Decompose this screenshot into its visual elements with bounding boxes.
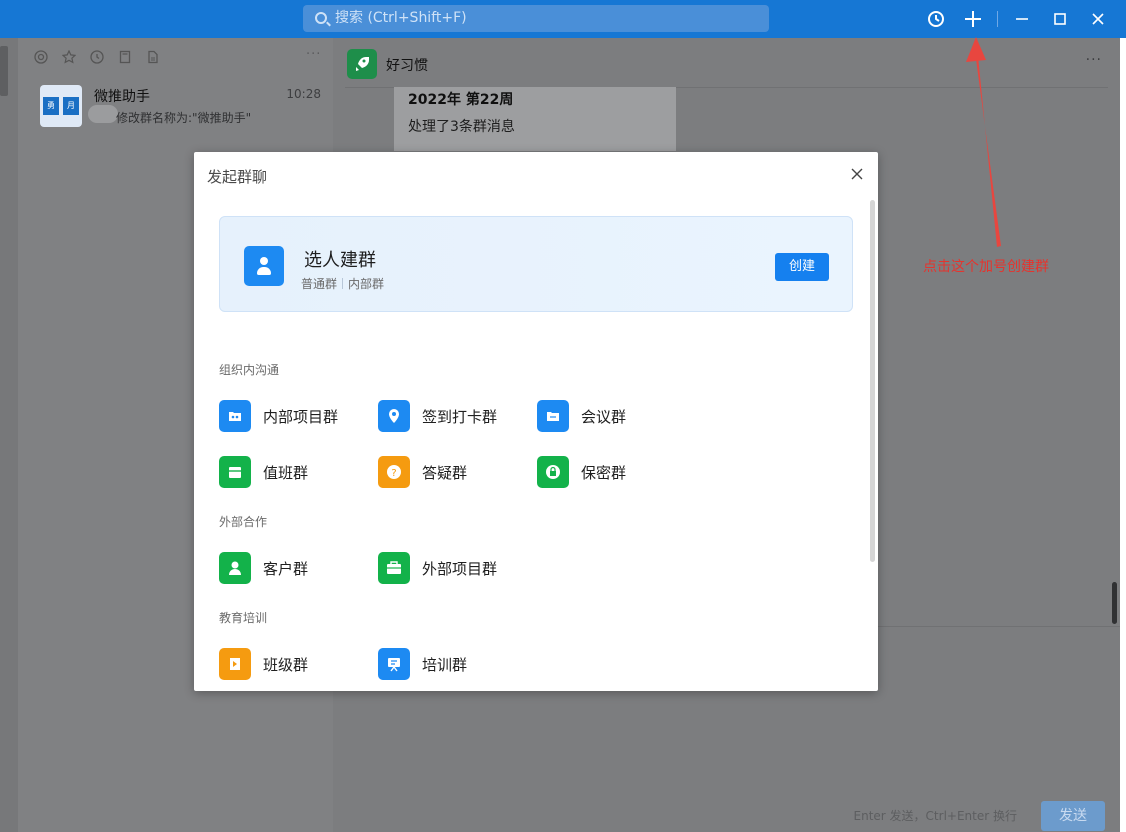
folder-people-icon: [219, 400, 251, 432]
group-type-label: 值班群: [263, 464, 309, 482]
arrow-to-plus: [970, 44, 1001, 247]
group-type-label: 答疑群: [422, 464, 468, 482]
create-group-dialog: 发起群聊 选人建群 普通群 内部群 创建 组织内沟通 内部项目群 签到打卡群 会议…: [194, 152, 878, 691]
person-icon: [219, 552, 251, 584]
group-type-confidential[interactable]: 保密群: [537, 455, 687, 489]
dialog-title: 发起群聊: [207, 168, 268, 186]
location-pin-icon: [378, 400, 410, 432]
group-type-label: 内部项目群: [263, 408, 339, 426]
hero-tags: 普通群 内部群: [301, 275, 384, 292]
group-type-label: 外部项目群: [422, 560, 498, 578]
group-type-label: 签到打卡群: [422, 408, 498, 426]
presentation-icon: [378, 648, 410, 680]
hero-title: 选人建群: [304, 250, 376, 271]
tag-internal-group: 内部群: [348, 277, 385, 291]
group-type-duty[interactable]: 值班群: [219, 455, 369, 489]
group-type-label: 保密群: [581, 464, 627, 482]
section-label-external: 外部合作: [219, 515, 268, 529]
select-people-card[interactable]: 选人建群 普通群 内部群 创建: [219, 216, 853, 312]
svg-text:?: ?: [391, 468, 396, 479]
person-icon: [244, 246, 284, 286]
group-type-label: 会议群: [581, 408, 627, 426]
group-type-class[interactable]: 班级群: [219, 647, 369, 681]
arrow-head-plus: [966, 37, 986, 62]
group-type-customer[interactable]: 客户群: [219, 551, 369, 585]
dialog-close-icon[interactable]: [849, 167, 865, 183]
group-type-external-project[interactable]: 外部项目群: [378, 551, 528, 585]
section-label-internal: 组织内沟通: [219, 363, 280, 377]
briefcase-icon: [378, 552, 410, 584]
lock-icon: [537, 456, 569, 488]
group-type-label: 班级群: [263, 656, 309, 674]
group-type-label: 客户群: [263, 560, 309, 578]
group-type-qa[interactable]: ? 答疑群: [378, 455, 528, 489]
group-type-label: 培训群: [422, 656, 468, 674]
group-type-training[interactable]: 培训群: [378, 647, 528, 681]
book-icon: [219, 648, 251, 680]
dialog-scrollbar[interactable]: [870, 200, 875, 562]
tag-normal-group: 普通群: [301, 277, 338, 291]
group-type-meeting[interactable]: 会议群: [537, 399, 687, 433]
group-type-check-in[interactable]: 签到打卡群: [378, 399, 528, 433]
create-button[interactable]: 创建: [775, 253, 829, 281]
calendar-icon: [219, 456, 251, 488]
folder-icon: [537, 400, 569, 432]
question-icon: ?: [378, 456, 410, 488]
group-type-internal-project[interactable]: 内部项目群: [219, 399, 369, 433]
section-label-education: 教育培训: [219, 611, 268, 625]
